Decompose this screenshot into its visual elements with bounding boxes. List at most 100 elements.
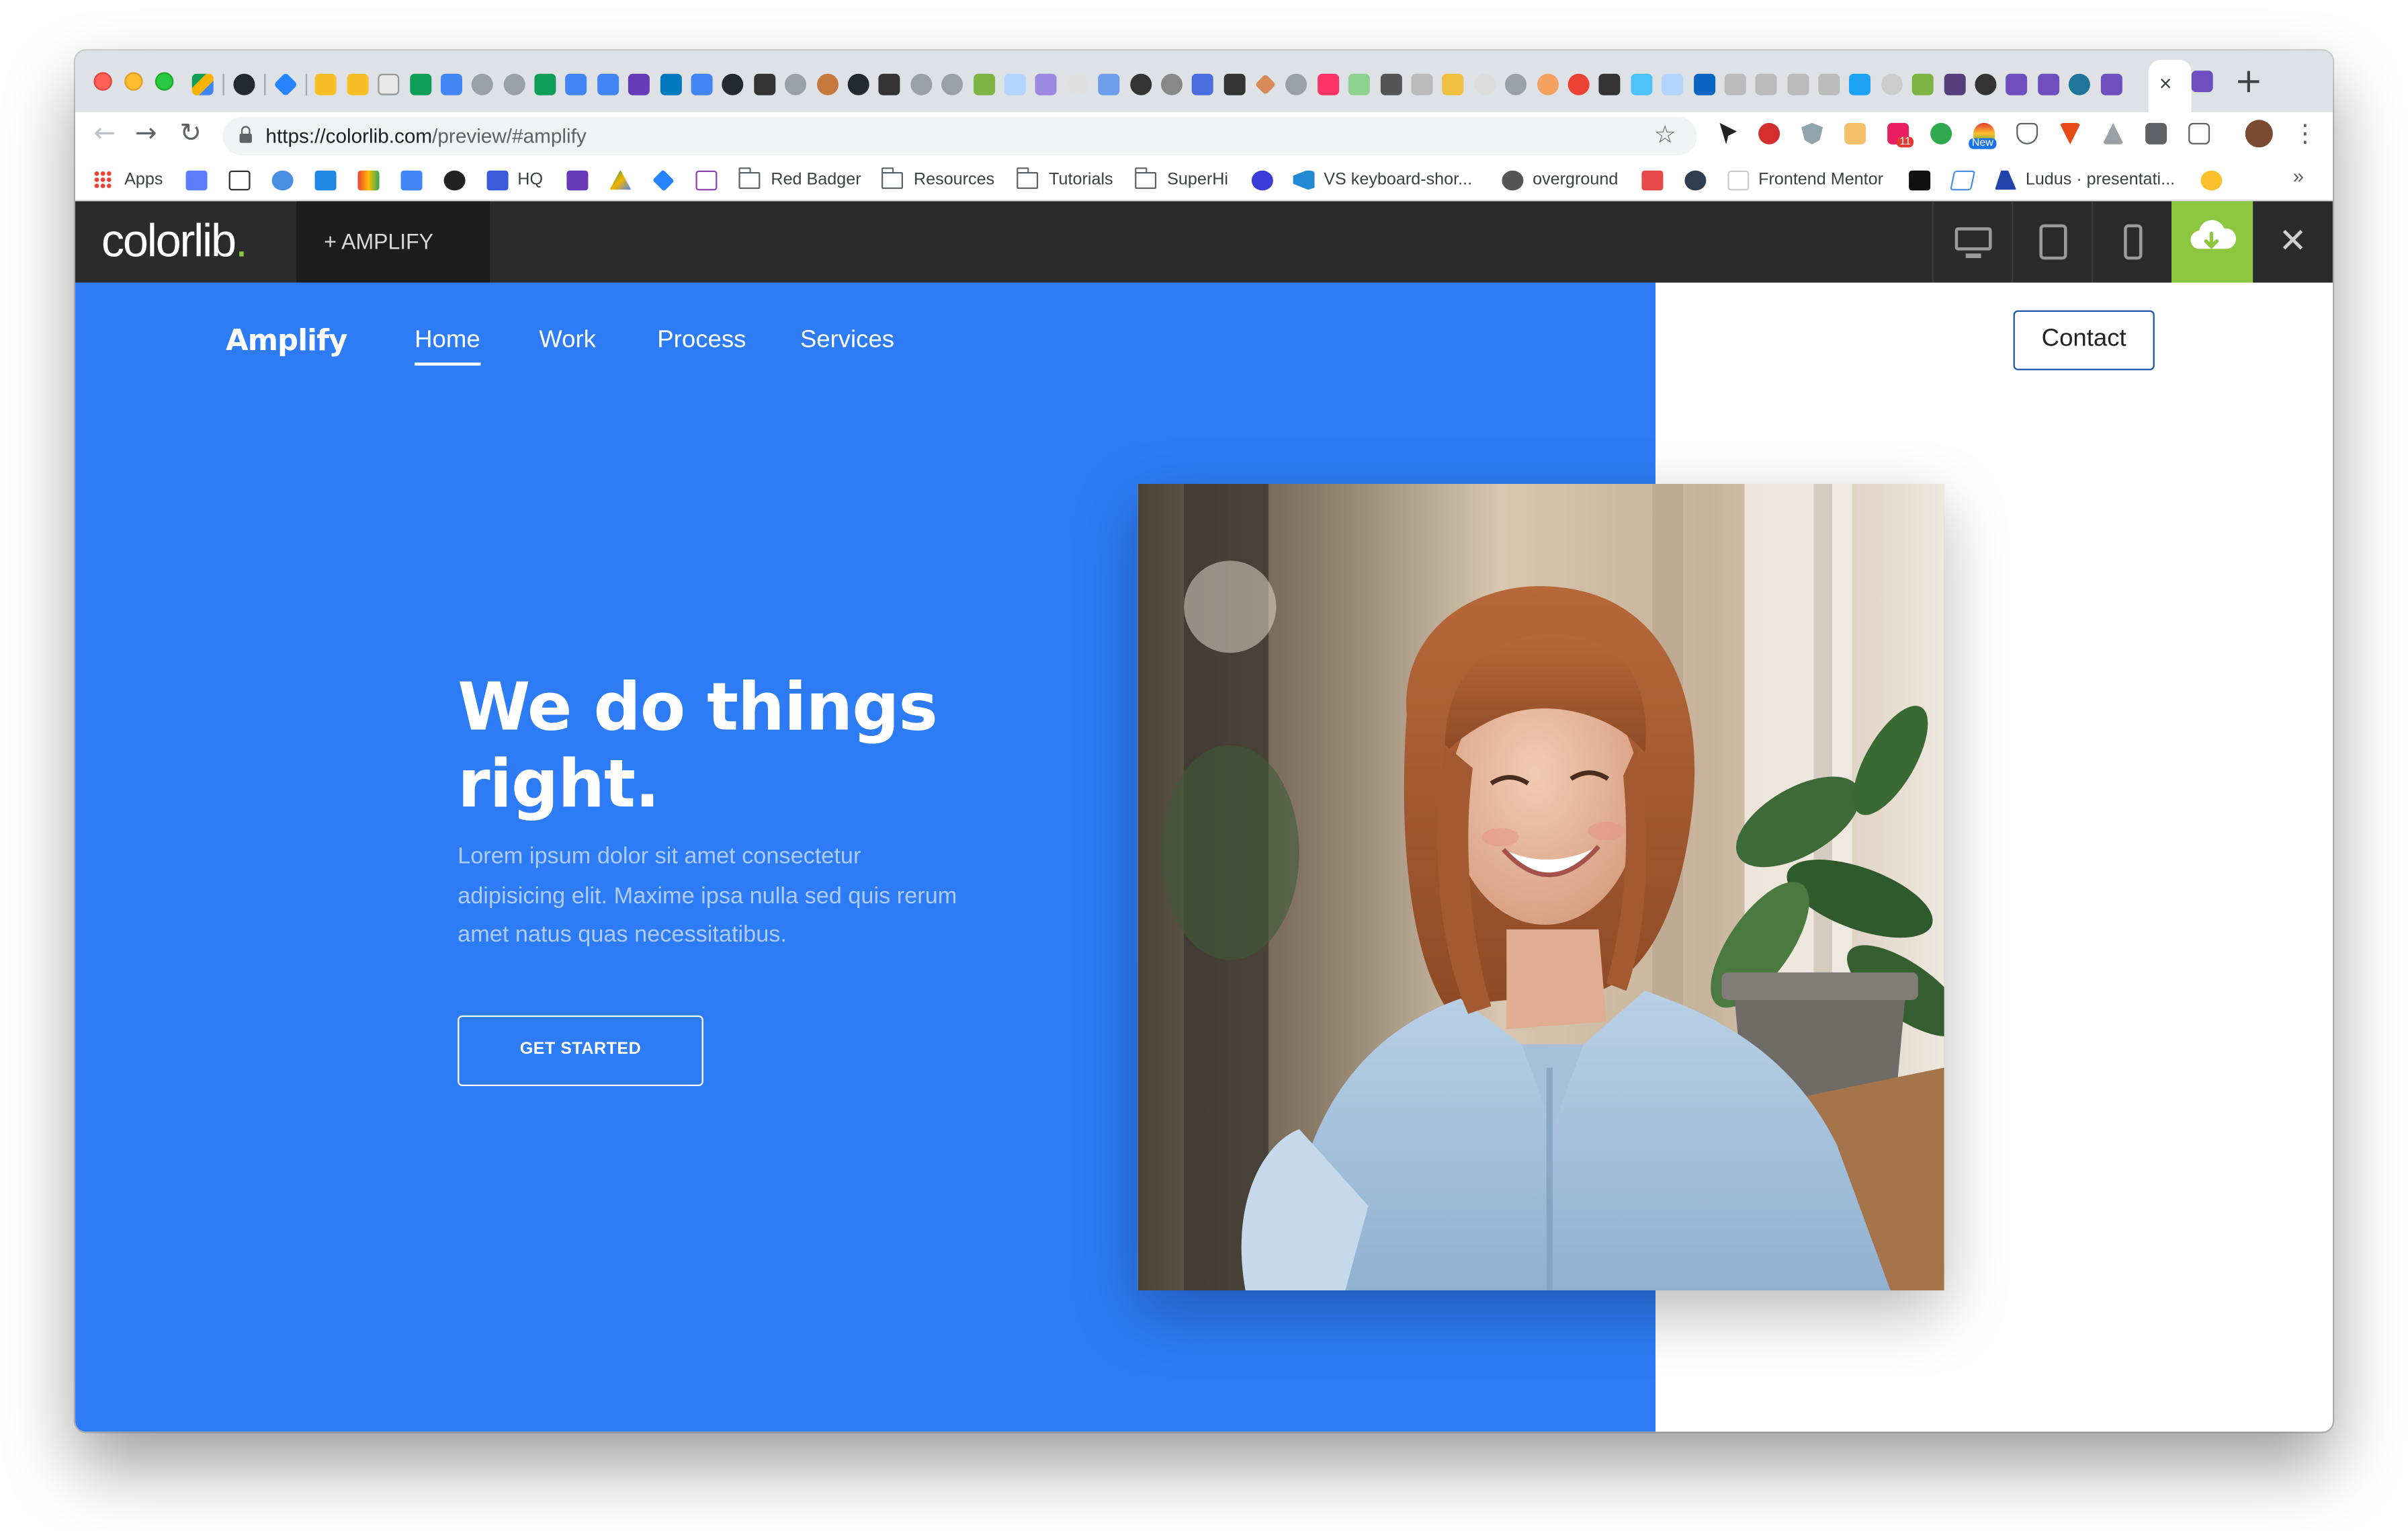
globe-icon[interactable] [1505, 73, 1527, 95]
extension-icon[interactable] [1844, 122, 1866, 144]
new-tab-button[interactable]: + [2235, 63, 2263, 101]
address-bar[interactable]: https://colorlib.com/preview/#amplify ☆ [222, 116, 1697, 155]
bootstrap-icon[interactable] [1943, 73, 1965, 95]
adblock-icon[interactable] [1758, 122, 1780, 144]
app-icon[interactable] [1912, 73, 1934, 95]
pocket-icon[interactable] [2016, 122, 2038, 144]
wordpress-icon[interactable] [2069, 73, 2091, 95]
colorlib-tab-icon[interactable] [2006, 73, 2028, 95]
profile-avatar[interactable] [2245, 120, 2273, 148]
twitter-icon[interactable] [1850, 73, 1872, 95]
app-icon[interactable] [1818, 73, 1840, 95]
bookmark-red-badger[interactable]: Red Badger [738, 166, 861, 192]
site-brand-logo[interactable]: Amplify [226, 324, 347, 358]
app-icon[interactable] [1348, 73, 1371, 95]
bookmark-icon-only[interactable] [314, 167, 346, 192]
bookmark-ludus[interactable]: Ludus · presentati... [1995, 167, 2175, 192]
nav-process[interactable]: Process [657, 327, 746, 355]
app-icon[interactable] [1223, 73, 1245, 95]
slides-icon[interactable] [315, 73, 337, 95]
grid-extension-icon[interactable] [2188, 122, 2210, 144]
extension-icon[interactable] [2145, 122, 2167, 144]
bookmark-tutorials[interactable]: Tutorials [1016, 166, 1113, 192]
tab-close-icon[interactable]: × [2159, 71, 2172, 95]
docs-icon[interactable] [566, 73, 588, 95]
theme-selector[interactable]: + AMPLIFY [296, 201, 490, 283]
colorlib-tab-icon[interactable] [2037, 73, 2059, 95]
bookmark-star-icon[interactable]: ☆ [1654, 120, 1676, 151]
app-icon[interactable] [1004, 73, 1026, 95]
url-text[interactable]: https://colorlib.com/preview/#amplify [265, 124, 586, 147]
app-icon[interactable] [1066, 73, 1088, 95]
nn-icon[interactable] [378, 73, 400, 95]
docs-icon[interactable] [440, 73, 462, 95]
zoom-window-button[interactable] [155, 72, 174, 91]
drive-icon[interactable] [2102, 122, 2124, 144]
github-icon[interactable] [232, 73, 255, 95]
invision-icon[interactable] [1317, 73, 1339, 95]
app-icon[interactable] [1662, 73, 1684, 95]
nav-services[interactable]: Services [800, 327, 894, 355]
bookmarks-overflow-icon[interactable]: » [2293, 165, 2305, 188]
more-menu-icon[interactable]: ⋮ [2293, 118, 2318, 147]
evernote-icon[interactable] [1930, 122, 1952, 144]
github-icon[interactable] [847, 73, 869, 95]
bookmark-icon-only[interactable] [1641, 167, 1672, 192]
tablet-view-button[interactable] [2012, 201, 2092, 283]
bookmark-vs-keyboard[interactable]: VS keyboard-shor... [1293, 167, 1472, 192]
app-icon[interactable] [973, 73, 995, 95]
bookmark-superhi[interactable]: SuperHi [1134, 166, 1228, 192]
bookmark-icon-only[interactable] [443, 167, 475, 192]
globe-icon[interactable] [785, 73, 807, 95]
bookmark-icon-only[interactable] [1684, 167, 1715, 192]
forward-arrow-icon[interactable]: → [135, 118, 157, 149]
app-icon[interactable] [1724, 73, 1746, 95]
colorlib-tab-icon[interactable] [2100, 73, 2122, 95]
medium-icon[interactable] [1599, 73, 1621, 95]
colorlib-logo[interactable]: colorlib. [101, 216, 248, 269]
app-icon[interactable] [1787, 73, 1809, 95]
app-icon[interactable] [1881, 73, 1903, 95]
download-button[interactable] [2171, 201, 2253, 283]
docs-icon[interactable] [691, 73, 713, 95]
close-window-button[interactable] [93, 72, 112, 91]
cursor-extension-icon[interactable] [1719, 122, 1737, 144]
bookmark-apps[interactable]: Apps [93, 167, 163, 192]
gear-icon[interactable] [1160, 73, 1182, 95]
nav-home[interactable]: Home [415, 327, 480, 366]
bookmark-icon-only[interactable] [652, 167, 683, 192]
colorlib-tab-icon[interactable] [2191, 71, 2213, 93]
app-icon[interactable] [1254, 73, 1277, 95]
globe-icon[interactable] [910, 73, 932, 95]
bookmark-overground[interactable]: overground [1502, 167, 1618, 192]
get-started-button[interactable]: GET STARTED [458, 1015, 703, 1086]
trello-icon[interactable] [660, 73, 682, 95]
app-icon[interactable] [1975, 73, 1997, 95]
slides-icon[interactable] [346, 73, 368, 95]
app-icon[interactable] [1411, 73, 1433, 95]
app-icon[interactable] [1035, 73, 1058, 95]
app-icon[interactable] [1443, 73, 1465, 95]
app-icon[interactable] [1129, 73, 1152, 95]
jira-icon[interactable] [273, 72, 298, 97]
app-icon[interactable] [1473, 73, 1496, 95]
contact-button[interactable]: Contact [2013, 310, 2155, 370]
mobile-view-button[interactable] [2092, 201, 2172, 283]
bookmark-icon-only[interactable] [566, 167, 597, 192]
notion-icon[interactable] [879, 73, 901, 95]
bookmark-frontend-mentor[interactable]: Frontend Mentor [1727, 167, 1883, 192]
globe-icon[interactable] [1286, 73, 1308, 95]
google-icon[interactable] [1567, 73, 1590, 95]
app-icon[interactable] [1630, 73, 1652, 95]
close-preview-button[interactable]: ✕ [2253, 201, 2333, 282]
bookmark-icon-only[interactable] [400, 167, 432, 192]
bookmark-icon-only[interactable] [357, 167, 389, 192]
bookmark-icon-only[interactable] [1949, 167, 1983, 192]
app-icon[interactable] [1098, 73, 1120, 95]
desktop-view-button[interactable] [1932, 201, 2012, 283]
sheets-icon[interactable] [409, 73, 431, 95]
bookmark-resources[interactable]: Resources [881, 166, 994, 192]
globe-icon[interactable] [472, 73, 494, 95]
bookmark-icon-only[interactable] [609, 167, 640, 192]
google-drive-icon[interactable] [191, 73, 214, 95]
